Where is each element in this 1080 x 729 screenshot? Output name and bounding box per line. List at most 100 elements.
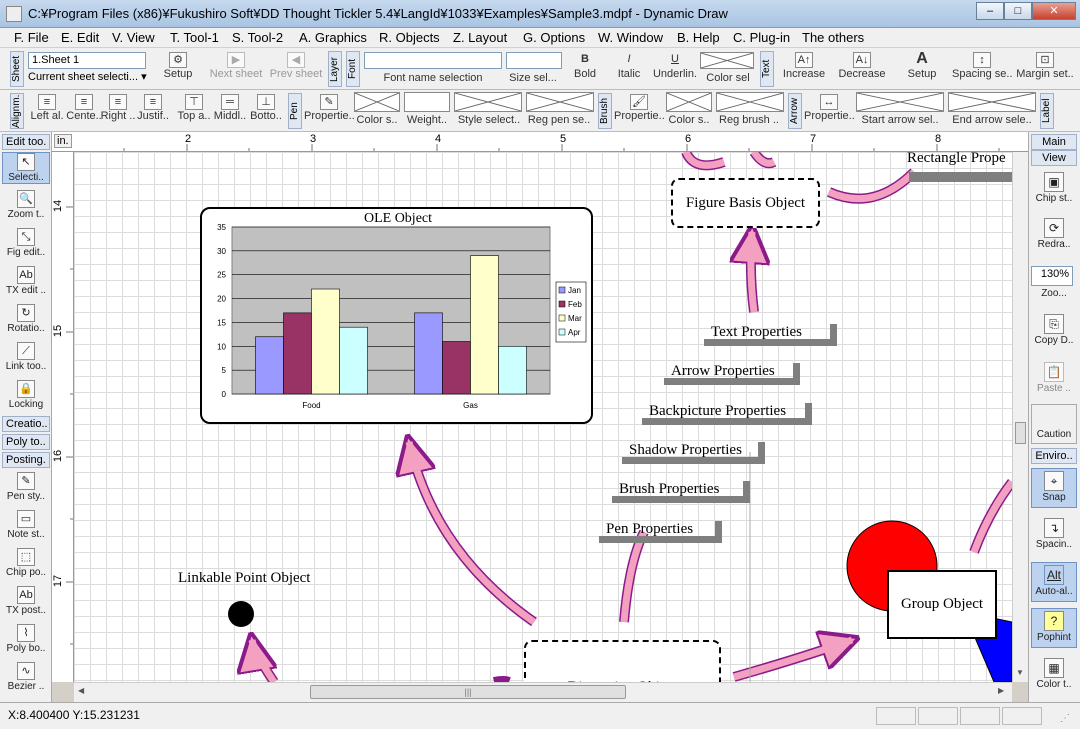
font-size-input[interactable]: [506, 52, 562, 69]
app-icon[interactable]: [6, 6, 22, 22]
color-table-button[interactable]: ▦ Color t..: [1031, 656, 1077, 690]
menu-options[interactable]: G. Options: [523, 30, 585, 45]
pen-properties-box[interactable]: Pen Properties: [599, 521, 722, 543]
reg-pen-select[interactable]: Reg pen se..: [524, 114, 594, 126]
current-sheet-select[interactable]: Current sheet selecti... ▾: [28, 70, 148, 83]
poly-tools-header[interactable]: Poly to..: [2, 434, 50, 450]
end-arrow-swatch[interactable]: [948, 92, 1036, 112]
menu-layout[interactable]: Z. Layout: [453, 30, 507, 45]
align-right-button[interactable]: ≡ Right ..: [100, 92, 136, 122]
arrow-properties-box[interactable]: Arrow Properties: [664, 363, 800, 385]
sheet-name-input[interactable]: 1.Sheet 1: [28, 52, 146, 69]
start-arrow-select[interactable]: Start arrow sel..: [854, 114, 946, 126]
zoom-tool[interactable]: 🔍 Zoom t..: [2, 190, 50, 220]
caution-button[interactable]: Caution: [1031, 404, 1077, 444]
menu-window[interactable]: W. Window: [598, 30, 663, 45]
font-color-select[interactable]: Color sel: [700, 72, 756, 84]
pen-style-select[interactable]: Style select..: [454, 114, 524, 126]
pen-properties-button[interactable]: ✎ Propertie..: [304, 92, 354, 122]
zoom-dropdown[interactable]: Zoo...: [1031, 288, 1077, 299]
font-size-select[interactable]: Size sel...: [504, 72, 562, 84]
align-top-button[interactable]: ⊤ Top a..: [176, 92, 212, 122]
font-name-select[interactable]: Font name selection: [364, 72, 502, 84]
end-arrow-select[interactable]: End arrow sele..: [946, 114, 1038, 126]
copy-d-button[interactable]: ⎘ Copy D..: [1031, 312, 1077, 346]
paste-button[interactable]: 📋 Paste ..: [1031, 360, 1077, 394]
main-header[interactable]: Main: [1031, 134, 1077, 150]
pen-color-select[interactable]: Color s..: [352, 114, 402, 126]
vertical-scrollbar[interactable]: ▼: [1012, 152, 1028, 682]
text-setup-button[interactable]: A Setup: [898, 50, 946, 81]
horizontal-scroll-thumb[interactable]: |||: [310, 685, 626, 699]
reg-pen-swatch[interactable]: [526, 92, 594, 112]
brush-color-select[interactable]: Color s..: [664, 114, 714, 126]
scroll-right-icon[interactable]: ▶: [998, 686, 1004, 695]
align-left-button[interactable]: ≡ Left al.: [28, 92, 66, 122]
posting-header[interactable]: Posting.: [2, 452, 50, 468]
spacing-toggle[interactable]: ↴ Spacin..: [1031, 516, 1077, 550]
locking-tool[interactable]: 🔒 Locking: [2, 380, 50, 410]
vertical-scroll-thumb[interactable]: [1015, 422, 1026, 444]
horizontal-scrollbar[interactable]: ◀ ||| ▶: [74, 682, 1012, 702]
menu-graphics[interactable]: A. Graphics: [299, 30, 367, 45]
menu-plug-in[interactable]: C. Plug-in: [733, 30, 790, 45]
margin-button[interactable]: ⊡ Margin set..: [1012, 50, 1078, 80]
menu-file[interactable]: F. File: [14, 30, 49, 45]
environment-header[interactable]: Enviro..: [1031, 448, 1077, 464]
tx-edit-tool[interactable]: Ab TX edit ..: [2, 266, 50, 296]
increase-button[interactable]: A↑ Increase: [778, 50, 830, 80]
note-style-tool[interactable]: ▭ Note st..: [2, 510, 50, 540]
text-properties-box[interactable]: Text Properties: [704, 324, 837, 346]
pen-style-swatch[interactable]: [454, 92, 522, 112]
poly-box-tool[interactable]: ⌇ Poly bo..: [2, 624, 50, 654]
tx-posting-tool[interactable]: Ab TX post..: [2, 586, 50, 616]
redraw-button[interactable]: ⟳ Redra..: [1031, 216, 1077, 250]
auto-align-toggle[interactable]: Alt Auto-al..: [1031, 562, 1077, 602]
ole-object[interactable]: OLE Object 0 5 10 15 20 25 30 35 Food Gas Jan Feb Mar…: [200, 207, 593, 424]
reg-brush-select[interactable]: Reg brush ..: [714, 114, 784, 126]
italic-button[interactable]: I Italic: [610, 50, 648, 80]
selection-tool[interactable]: ↖ Selecti..: [2, 152, 50, 184]
justify-button[interactable]: ≡ Justif..: [134, 92, 172, 122]
decrease-button[interactable]: A↓ Decrease: [834, 50, 890, 80]
chip-style-button[interactable]: ▣ Chip st..: [1031, 170, 1077, 204]
pen-color-swatch[interactable]: [354, 92, 400, 112]
group-object[interactable]: Group Object: [887, 570, 997, 639]
align-center-button[interactable]: ≡ Cente..: [66, 92, 102, 122]
rectangle-properties-text[interactable]: Rectangle Prope: [907, 152, 1012, 167]
drawing-canvas[interactable]: Rectangle Prope Figure Basis Object Text…: [74, 152, 1012, 682]
prev-sheet-button[interactable]: ◀ Prev sheet: [266, 50, 326, 80]
scroll-left-icon[interactable]: ◀: [78, 686, 84, 695]
edit-tools-header[interactable]: Edit too.: [2, 134, 50, 150]
menu-view[interactable]: V. View: [112, 30, 155, 45]
shadow-properties-box[interactable]: Shadow Properties: [622, 442, 765, 464]
reg-brush-swatch[interactable]: [716, 92, 784, 112]
menu-tool-2[interactable]: S. Tool-2: [232, 30, 283, 45]
arrow-properties-button[interactable]: ↔ Propertie..: [804, 92, 854, 122]
brush-properties-button[interactable]: 🖌 Propertie..: [614, 92, 664, 122]
font-color-swatch[interactable]: [700, 52, 754, 69]
pophint-toggle[interactable]: ? Pophint: [1031, 608, 1077, 648]
close-button[interactable]: ✕: [1032, 2, 1076, 20]
menu-objects[interactable]: R. Objects: [379, 30, 440, 45]
rotation-tool[interactable]: ↻ Rotatio..: [2, 304, 50, 334]
fig-edit-tool[interactable]: ⤡ Fig edit..: [2, 228, 50, 258]
pen-style-posting-tool[interactable]: ✎ Pen sty..: [2, 472, 50, 502]
snap-toggle[interactable]: ⌖ Snap: [1031, 468, 1077, 508]
resize-grip-icon[interactable]: ⋰: [1060, 713, 1070, 724]
pen-weight-select[interactable]: Weight..: [402, 114, 452, 126]
figure-basis-object[interactable]: Figure Basis Object: [671, 178, 820, 228]
link-tool[interactable]: ⟋ Link too..: [2, 342, 50, 372]
align-middle-button[interactable]: ═ Middl..: [212, 92, 248, 122]
backpicture-properties-box[interactable]: Backpicture Properties: [642, 403, 812, 425]
menu-help[interactable]: B. Help: [677, 30, 720, 45]
bold-button[interactable]: B Bold: [566, 50, 604, 80]
dimension-object[interactable]: Dimension Object: [524, 640, 721, 682]
view-header[interactable]: View: [1031, 150, 1077, 166]
menu-the-others[interactable]: The others: [802, 30, 864, 45]
align-bottom-button[interactable]: ⊥ Botto..: [248, 92, 284, 122]
maximize-button[interactable]: □: [1004, 2, 1032, 20]
zoom-input[interactable]: 130%: [1031, 266, 1073, 286]
chip-posting-tool[interactable]: ⬚ Chip po..: [2, 548, 50, 578]
brush-properties-box[interactable]: Brush Properties: [612, 481, 750, 503]
